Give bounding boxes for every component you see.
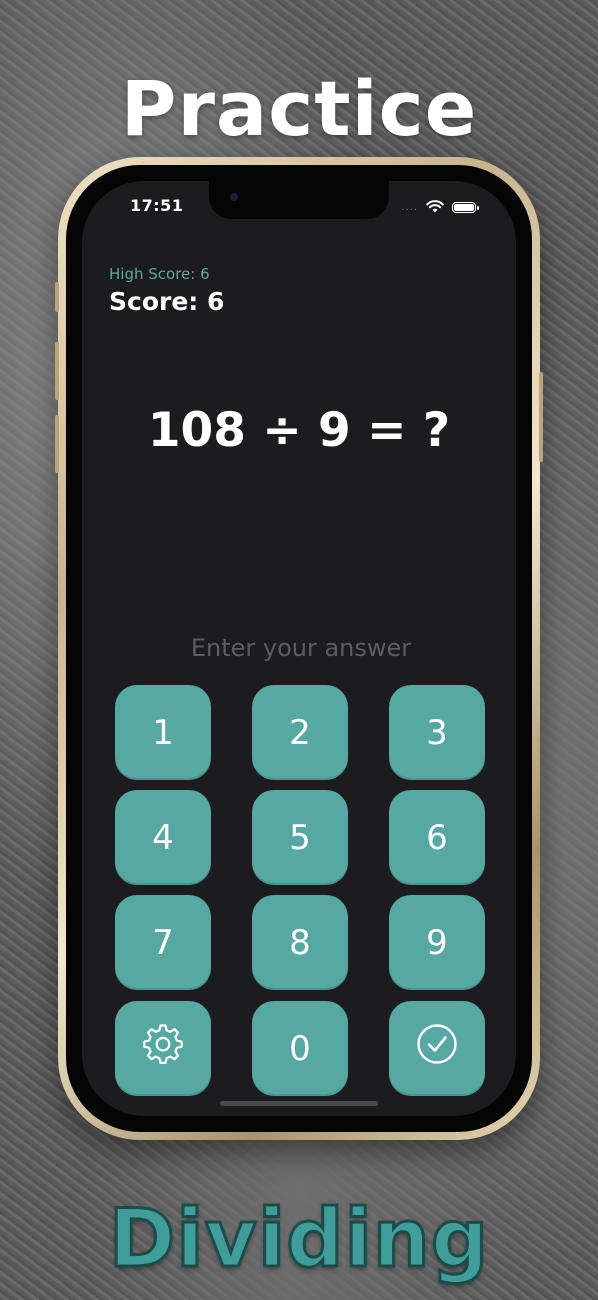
mute-switch [55,282,59,312]
volume-down-button [55,415,59,473]
key-9[interactable]: 9 [389,895,485,990]
wifi-icon [426,198,444,217]
phone-bezel: 17:51 .... High Score: 6 Score: 6 108 ÷ … [66,165,532,1132]
app-screen: 17:51 .... High Score: 6 Score: 6 108 ÷ … [82,181,516,1116]
key-7[interactable]: 7 [115,895,211,990]
home-indicator[interactable] [220,1101,378,1106]
signal-dots: .... [401,202,418,213]
key-0[interactable]: 0 [252,1001,348,1096]
checkmark-circle-icon [415,1022,459,1075]
answer-input[interactable] [82,633,516,663]
key-5[interactable]: 5 [252,790,348,885]
high-score-label: High Score: 6 [109,265,210,283]
key-6[interactable]: 6 [389,790,485,885]
front-camera [230,193,238,201]
volume-up-button [55,342,59,400]
key-8[interactable]: 8 [252,895,348,990]
score-label: Score: 6 [109,287,225,316]
math-question: 108 ÷ 9 = ? [147,403,451,458]
status-indicators: .... [401,198,479,217]
gear-icon [141,1022,185,1075]
key-3[interactable]: 3 [389,685,485,780]
number-keypad: 1 2 3 4 5 6 7 8 9 0 [115,685,485,1097]
headline-practice: Practice [120,64,478,153]
settings-button[interactable] [115,1001,211,1096]
battery-icon [452,202,479,213]
submit-button[interactable] [389,1001,485,1096]
phone-frame: 17:51 .... High Score: 6 Score: 6 108 ÷ … [55,157,543,1140]
headline-dividing: Dividing [107,1191,490,1287]
power-button [539,372,543,462]
key-1[interactable]: 1 [115,685,211,780]
status-time: 17:51 [130,196,184,215]
key-4[interactable]: 4 [115,790,211,885]
notch [209,181,389,219]
key-2[interactable]: 2 [252,685,348,780]
